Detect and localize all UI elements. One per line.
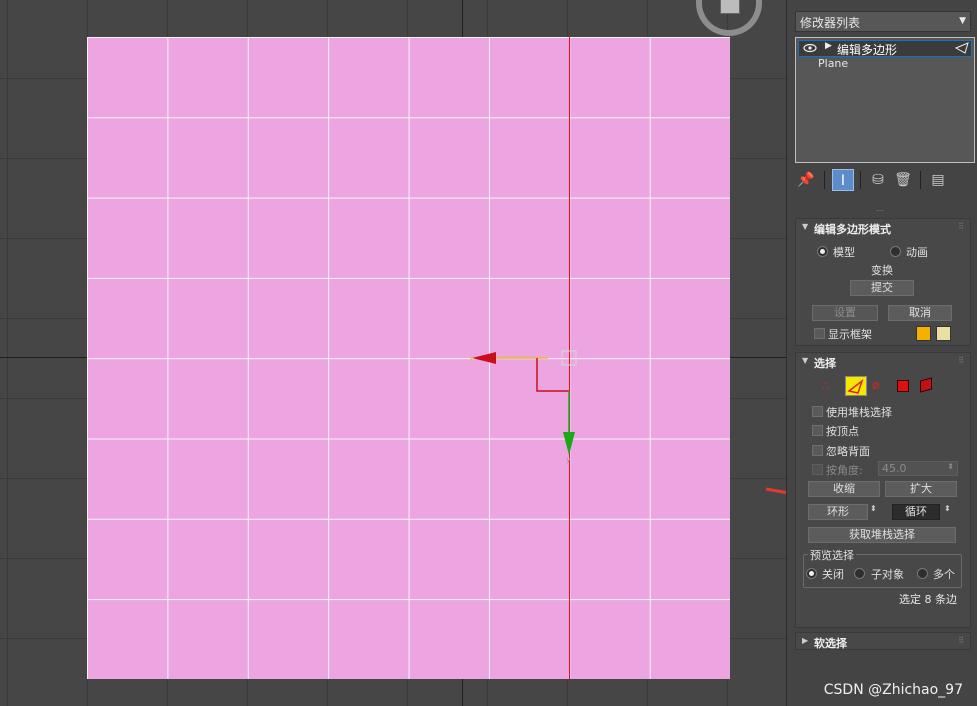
show-cage-label: 显示框架 [828,328,872,341]
preview-subobject-label: 子对象 [871,568,904,581]
grow-button[interactable]: 扩大 [885,481,957,497]
eye-icon[interactable] [803,43,817,53]
rollout-grip-icon: ⠿ [958,356,964,365]
border-icon[interactable]: ⌀ [872,378,880,393]
cage-color-swatch-1[interactable] [916,326,931,341]
rollout-title: 编辑多边形模式 [814,223,891,236]
perspective-viewport[interactable]: x y [0,0,786,706]
polygon-mode-icon [955,42,969,54]
collapse-triangle-icon: ▼ [802,222,809,231]
stack-toolbar: 📌 I ⛁ 🗑 ▤ [796,169,976,193]
show-end-result-icon[interactable]: I [832,169,854,191]
rollout-grip-icon: ⠿ [958,222,964,231]
toolbar-divider [920,171,921,189]
commit-button[interactable]: 提交 [850,280,914,296]
preview-off-label: 关闭 [822,568,844,581]
gizmo-xy-plane [536,358,569,392]
remove-modifier-icon[interactable]: 🗑 [893,169,913,191]
setup-button[interactable]: 设置 [812,305,878,321]
modifier-stack[interactable]: ▶ 编辑多边形 Plane [795,37,975,163]
ignore-backfacing-checkbox[interactable] [812,445,823,456]
loop-spinner-icon[interactable]: ⬍ [944,504,954,520]
rollout-header[interactable]: ▼ 编辑多边形模式 ⠿ [796,219,970,237]
loop-button[interactable]: 循环 [892,504,940,520]
by-angle-spinner[interactable]: 45.0 ⬍ [878,461,958,476]
dropdown-arrow-icon: ▼ [959,16,966,26]
expand-triangle-icon[interactable]: ▶ [825,41,832,51]
rollout-title: 软选择 [814,637,847,650]
rollout-selection: ▼ 选择 ⠿ ∴ ⌀ 使用堆栈选择 按顶点 忽略背面 按角度: 45.0 ⬍ 收… [795,352,971,628]
gizmo-y-label: y [566,455,571,464]
transform-label: 变换 [871,264,893,277]
cage-color-swatch-2[interactable] [936,326,951,341]
selection-info-text: 选定 8 条边 [899,593,957,606]
ignore-backfacing-label: 忽略背面 [826,445,870,458]
rollout-grip-icon: ⠿ [958,636,964,645]
by-angle-checkbox[interactable] [812,464,823,475]
ring-button[interactable]: 环形 [808,504,868,520]
element-icon[interactable] [920,377,932,393]
panel-resize-grip[interactable]: ⋯ [876,206,884,215]
edge-icon[interactable] [845,376,867,396]
stack-item-edit-poly[interactable]: ▶ 编辑多边形 [798,40,972,57]
by-angle-value: 45.0 [882,462,907,475]
gizmo-x-arrow [472,352,496,364]
vertex-icon[interactable]: ∴ [822,379,830,393]
gizmo-center-box [561,350,577,366]
move-gizmo[interactable]: x y [0,0,786,706]
spinner-arrows-icon[interactable]: ⬍ [947,462,954,471]
get-stack-selection-button[interactable]: 获取堆栈选择 [808,527,956,543]
expand-triangle-icon: ▶ [802,636,809,645]
by-vertex-checkbox[interactable] [812,425,823,436]
ring-spinner-icon[interactable]: ⬍ [870,504,880,520]
toolbar-divider [860,171,861,189]
radio-model[interactable] [817,246,828,257]
show-cage-checkbox[interactable] [814,328,825,339]
use-stack-selection-label: 使用堆栈选择 [826,406,892,419]
watermark: CSDN @Zhichao_97 [823,682,963,698]
configure-modifier-sets-icon[interactable]: ▤ [928,169,948,191]
use-stack-selection-checkbox[interactable] [812,406,823,417]
polygon-icon[interactable] [897,380,909,392]
radio-model-label: 模型 [833,246,855,259]
radio-animate-label: 动画 [906,246,928,259]
by-angle-label: 按角度: [826,464,863,477]
radio-animate[interactable] [890,246,901,257]
stack-item-plane[interactable]: Plane [818,57,848,70]
shrink-button[interactable]: 收缩 [808,481,880,497]
modifier-list-label: 修改器列表 [800,16,861,30]
rollout-edit-poly-mode: ▼ 编辑多边形模式 ⠿ 模型 动画 变换 提交 设置 取消 显示框架 [795,218,971,346]
cancel-button[interactable]: 取消 [888,305,952,321]
gizmo-y-arrow [563,432,575,455]
preview-multi-radio[interactable] [917,568,928,579]
toolbar-divider [824,171,825,189]
annotation-arrow-line [765,487,786,495]
preview-multi-label: 多个 [933,568,955,581]
pin-stack-icon[interactable]: 📌 [796,169,816,191]
modifier-list-dropdown[interactable]: 修改器列表 ▼ [795,11,971,32]
by-vertex-label: 按顶点 [826,425,859,438]
collapse-triangle-icon: ▼ [802,356,809,365]
stack-item-label: 编辑多边形 [837,43,898,57]
preview-selection-label: 预览选择 [808,547,856,563]
gizmo-x-label: x [469,354,474,363]
rollout-header[interactable]: ▶ 软选择 ⠿ [796,633,970,651]
rollout-header[interactable]: ▼ 选择 ⠿ [796,353,970,371]
rollout-soft-selection: ▶ 软选择 ⠿ [795,632,971,650]
rollout-title: 选择 [814,357,836,370]
make-unique-icon[interactable]: ⛁ [868,169,888,191]
preview-off-radio[interactable] [806,568,817,579]
preview-subobject-radio[interactable] [854,568,865,579]
